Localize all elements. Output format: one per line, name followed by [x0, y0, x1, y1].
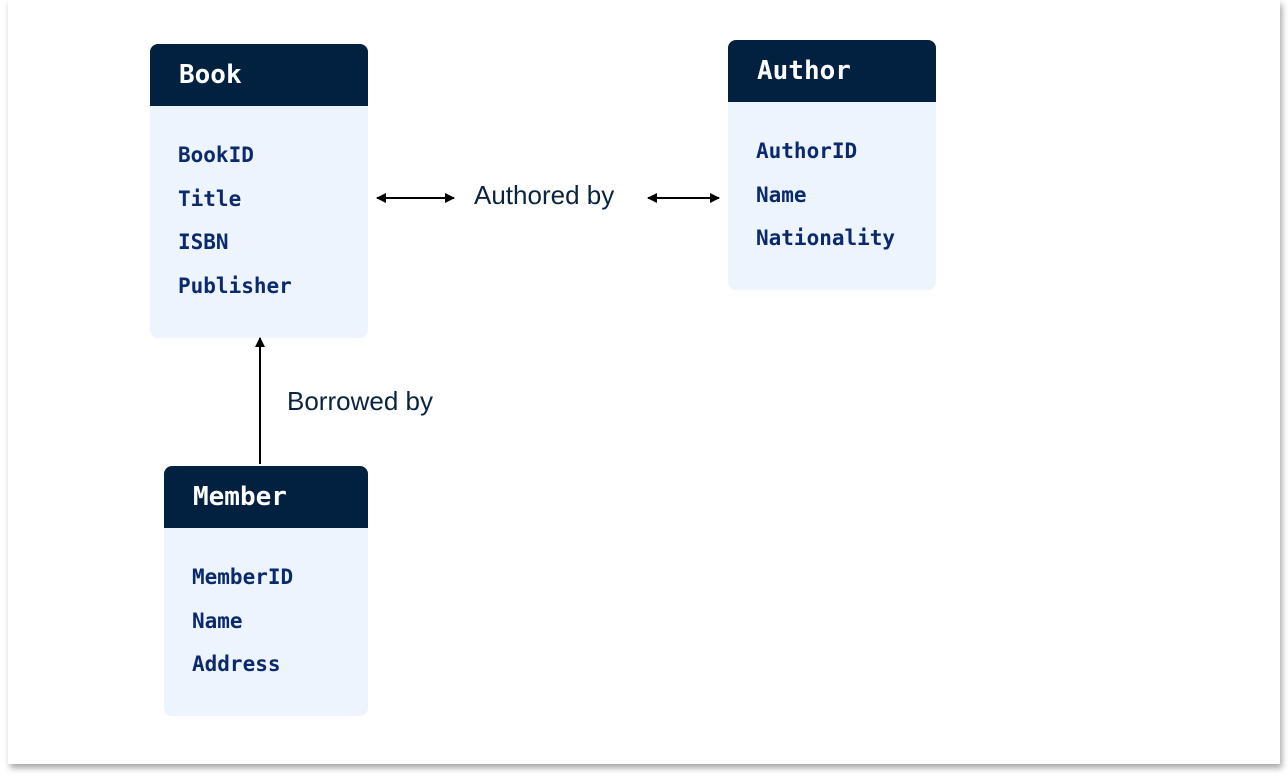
connectors	[255, 193, 720, 464]
relationship-label-authored: Authored by	[474, 180, 615, 210]
relationship-label-borrowed: Borrowed by	[287, 386, 433, 416]
